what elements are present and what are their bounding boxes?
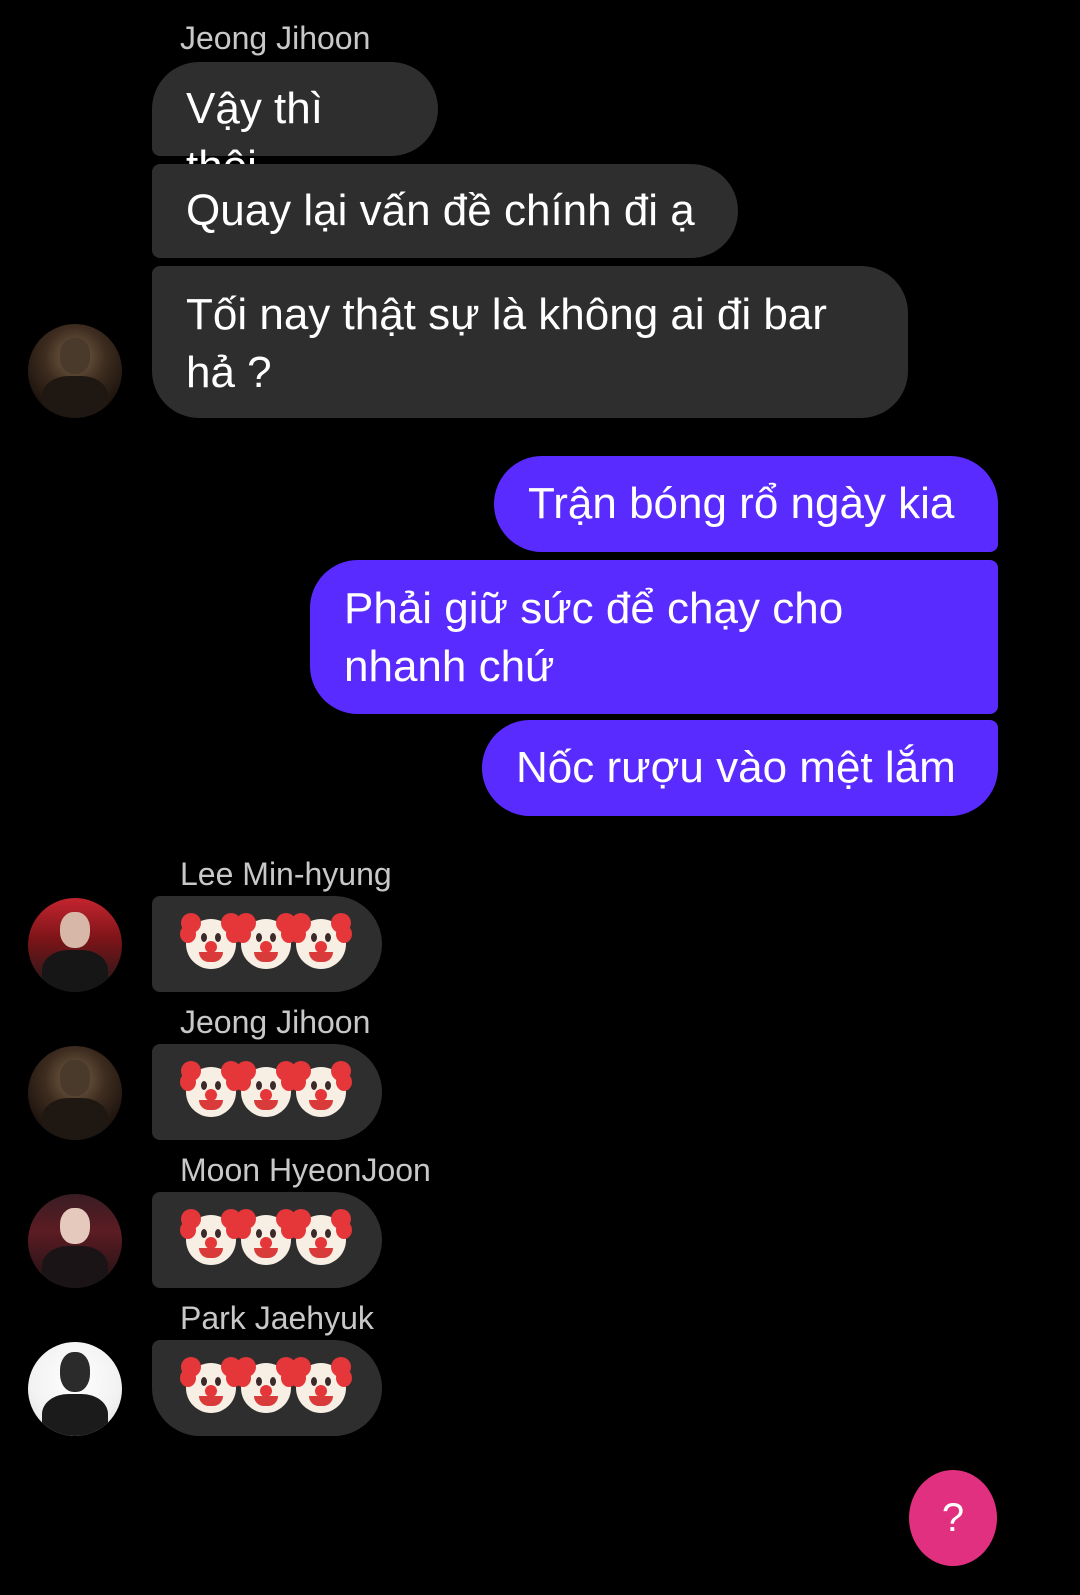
clown-face-icon (235, 1209, 297, 1265)
incoming-message[interactable]: Vậy thì thôi (152, 62, 438, 191)
clown-face-icon (290, 913, 352, 969)
clown-face-icon (235, 913, 297, 969)
emoji-message[interactable] (152, 1340, 382, 1436)
outgoing-message[interactable]: Phải giữ sức để chạy cho nhanh chứ (310, 560, 998, 714)
message-text: Quay lại vấn đề chính đi ạ (186, 186, 695, 235)
clown-face-icon (290, 1357, 352, 1413)
clown-face-icon (235, 1061, 297, 1117)
avatar-park-jaehyuk[interactable] (28, 1342, 122, 1436)
emoji-message[interactable] (152, 896, 382, 992)
sender-name: Jeong Jihoon (180, 20, 371, 56)
clown-face-icon (180, 1209, 242, 1265)
message-text: Nốc rượu vào mệt lắm (516, 743, 956, 792)
outgoing-message[interactable]: Nốc rượu vào mệt lắm (482, 720, 998, 816)
avatar-jeong-jihoon[interactable] (28, 1046, 122, 1140)
message-text: Trận bóng rổ ngày kia (528, 479, 955, 528)
avatar-body (42, 376, 108, 418)
clown-face-icon (180, 1357, 242, 1413)
emoji-message[interactable] (152, 1192, 382, 1288)
help-button[interactable]: ? (909, 1470, 997, 1566)
avatar-head (60, 1060, 90, 1096)
sender-name: Jeong Jihoon (180, 1004, 371, 1040)
outgoing-message[interactable]: Trận bóng rổ ngày kia (494, 456, 998, 552)
emoji-message[interactable] (152, 1044, 382, 1140)
avatar-moon-hyeonjoon[interactable] (28, 1194, 122, 1288)
message-text: Tối nay thật sự là không ai đi bar hả ? (186, 290, 827, 397)
sender-name: Park Jaehyuk (180, 1300, 374, 1336)
clown-face-icon (290, 1061, 352, 1117)
incoming-message[interactable]: Tối nay thật sự là không ai đi bar hả ? (152, 266, 908, 418)
avatar-body (42, 1098, 108, 1140)
avatar-jeong-jihoon[interactable] (28, 324, 122, 418)
avatar-head (60, 912, 90, 948)
avatar-body (42, 1246, 108, 1288)
avatar-head (60, 338, 90, 374)
sender-name: Moon HyeonJoon (180, 1152, 431, 1188)
clown-face-icon (180, 913, 242, 969)
message-text: Phải giữ sức để chạy cho nhanh chứ (344, 584, 844, 691)
avatar-head (60, 1208, 90, 1244)
clown-face-icon (290, 1209, 352, 1265)
avatar-body (42, 950, 108, 992)
sender-name: Lee Min-hyung (180, 856, 392, 892)
clown-face-icon (235, 1357, 297, 1413)
incoming-message[interactable]: Quay lại vấn đề chính đi ạ (152, 164, 738, 258)
avatar-head (60, 1352, 90, 1392)
help-icon: ? (941, 1495, 965, 1540)
clown-face-icon (180, 1061, 242, 1117)
avatar-lee-min-hyung[interactable] (28, 898, 122, 992)
avatar-body (42, 1394, 108, 1436)
